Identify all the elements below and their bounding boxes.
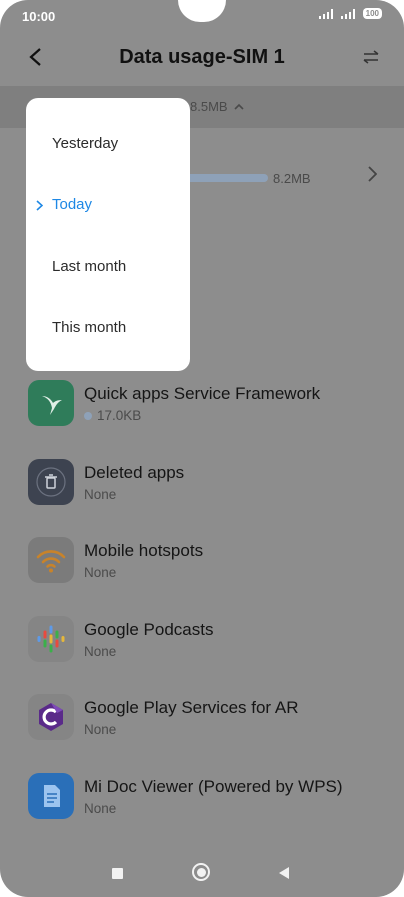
menu-item-label: Today — [52, 196, 93, 213]
app-name: Mi Doc Viewer (Powered by WPS) — [84, 776, 343, 796]
app-name: Quick apps Service Framework — [84, 384, 321, 403]
app-row[interactable]: Mi Doc Viewer (Powered by WPS) None — [0, 755, 404, 834]
total-usage-value: 8.5MB — [190, 99, 228, 114]
app-usage: None — [84, 644, 116, 659]
app-row[interactable]: Quick apps Service Framework 17.0KB — [0, 362, 404, 441]
menu-item-label: Yesterday — [52, 135, 119, 152]
app-list: Quick apps Service Framework 17.0KB Dele… — [0, 362, 404, 833]
menu-item-yesterday[interactable]: Yesterday — [26, 123, 190, 163]
chevron-right-icon — [364, 162, 380, 186]
menu-item-label: Last month — [52, 258, 127, 275]
signal-icon — [318, 8, 333, 19]
menu-item-label: This month — [52, 319, 127, 336]
app-usage: None — [84, 722, 116, 737]
home-icon — [196, 867, 206, 877]
chevron-up-icon — [234, 103, 244, 110]
app-name: Mobile hotspots — [84, 541, 204, 560]
doc-viewer-icon — [28, 772, 74, 819]
app-name: Deleted apps — [84, 462, 185, 482]
switch-sim-button[interactable] — [358, 44, 384, 70]
menu-item-today[interactable]: Today — [26, 184, 190, 224]
app-name: Google Play Services for AR — [84, 698, 299, 717]
menu-item-last-month[interactable]: Last month — [26, 246, 190, 286]
trash-icon — [28, 458, 74, 505]
app-row[interactable]: Google Play Services for AR None — [0, 676, 404, 755]
app-usage-value: None — [84, 486, 117, 502]
period-dropdown-menu: Yesterday Today Last month This month — [26, 98, 190, 371]
app-usage: None — [84, 487, 116, 502]
app-usage: None — [84, 801, 116, 816]
ar-core-icon — [28, 694, 74, 740]
swap-icon — [363, 50, 379, 64]
app-name: Google Podcasts — [84, 619, 214, 639]
app-usage-value: None — [84, 800, 117, 816]
wifi-hotspot-icon — [28, 537, 74, 583]
app-usage: 17.0KB — [84, 408, 141, 423]
usage-dot — [84, 411, 92, 420]
recents-button[interactable] — [112, 868, 123, 879]
total-usage: 8.5MB — [190, 99, 244, 114]
app-usage-value: None — [84, 722, 117, 737]
status-time: 10:00 — [22, 9, 56, 24]
chevron-right-icon — [36, 199, 46, 211]
phone-screen: 10:00 100 Data usage-SIM 1 8.5MB 8.2MB Q… — [0, 0, 404, 897]
app-usage-value: None — [84, 643, 117, 659]
title-bar: Data usage-SIM 1 — [0, 32, 404, 84]
usage-value: 8.2MB — [273, 171, 311, 186]
app-usage-value: 17.0KB — [97, 408, 142, 423]
page-title: Data usage-SIM 1 — [119, 46, 285, 68]
app-usage-value: None — [84, 565, 117, 580]
app-row[interactable]: Google Podcasts None — [0, 598, 404, 677]
menu-item-this-month[interactable]: This month — [26, 307, 190, 347]
status-icons: 100 — [318, 8, 382, 19]
battery-icon: 100 — [362, 8, 382, 19]
hummingbird-icon — [28, 380, 74, 426]
home-button[interactable] — [192, 863, 210, 881]
signal-icon — [340, 8, 355, 19]
app-row[interactable]: Mobile hotspots None — [0, 519, 404, 598]
nav-back-button[interactable] — [278, 866, 290, 880]
app-usage: None — [84, 565, 116, 580]
navigation-bar — [0, 852, 404, 894]
app-row[interactable]: Deleted apps None — [0, 441, 404, 520]
google-podcasts-icon — [28, 615, 74, 662]
